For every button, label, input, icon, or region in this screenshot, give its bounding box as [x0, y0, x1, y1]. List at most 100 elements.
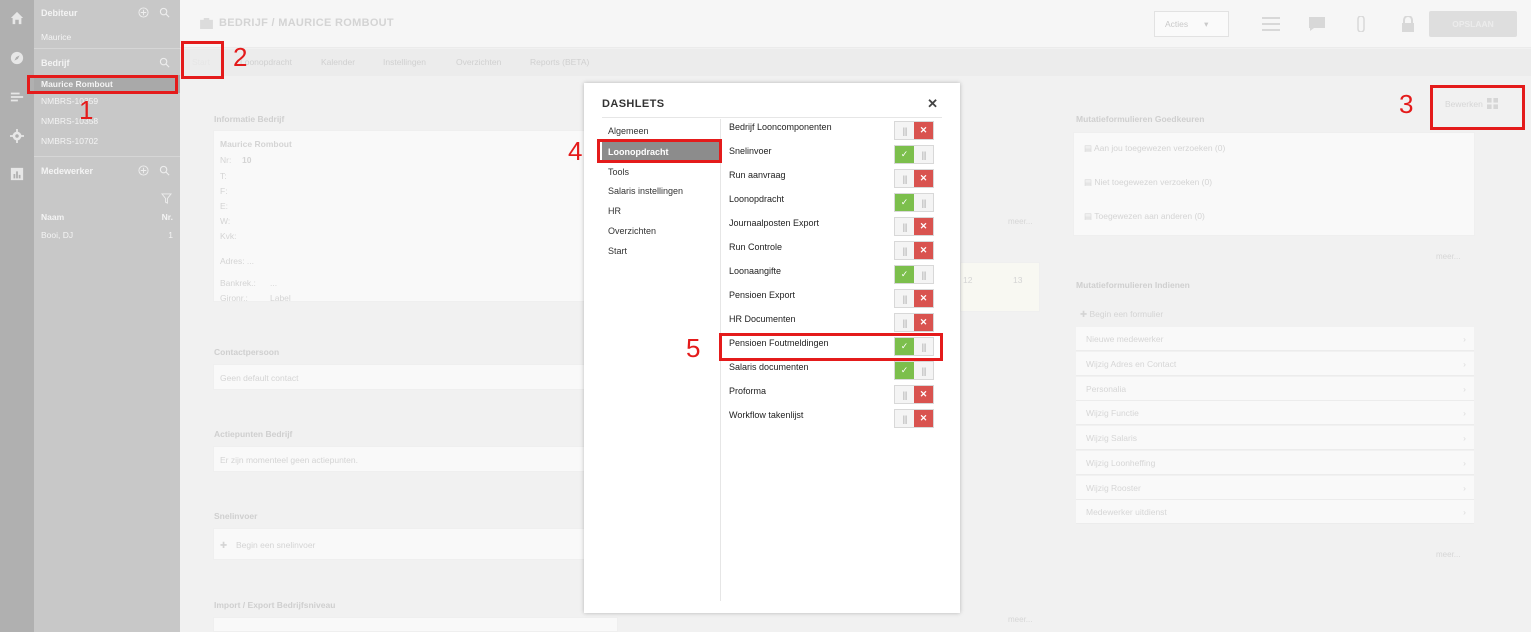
sidebar-item-company[interactable]: NMBRS-10359: [34, 92, 180, 110]
chevron-right-icon: ›: [1463, 407, 1466, 418]
list-item[interactable]: Nieuwe medewerker ›: [1076, 327, 1474, 351]
sidebar-item-company[interactable]: NMBRS-10358: [34, 112, 180, 130]
category-salaris-instellingen[interactable]: Salaris instellingen: [602, 181, 722, 201]
dashlet-toggle[interactable]: ||| ✕: [894, 409, 934, 428]
list-item[interactable]: Personalia ›: [1076, 377, 1474, 401]
category-start[interactable]: Start: [602, 241, 722, 261]
dashlet-row: Pensioen Export ||| ✕: [729, 286, 939, 310]
contact-card: Geen default contact: [213, 364, 618, 390]
dashlet-toggle[interactable]: ||| ✕: [894, 385, 934, 404]
dashlet-toggle[interactable]: ||| ✕: [894, 241, 934, 260]
save-button[interactable]: OPSLAAN: [1429, 11, 1517, 37]
list-item[interactable]: Wijzig Rooster ›: [1076, 476, 1474, 500]
lock-icon[interactable]: [1401, 15, 1415, 32]
actiepunten-card: Er zijn momenteel geen actiepunten.: [213, 446, 618, 472]
list-item[interactable]: ▤ Niet toegewezen verzoeken (0): [1084, 177, 1212, 188]
dashlet-toggle[interactable]: ||| ✕: [894, 169, 934, 188]
annotation-number: 5: [686, 333, 701, 363]
tab-kalender[interactable]: Kalender: [321, 57, 355, 67]
table-row[interactable]: Booi, DJ 1: [41, 230, 173, 240]
snelinvoer-card[interactable]: ✚ Begin een snelinvoer: [213, 528, 618, 560]
sidebar-header-medewerker: Medewerker: [34, 161, 180, 181]
grip-icon: |||: [895, 386, 914, 403]
grip-icon: |||: [914, 266, 933, 283]
sidebar-item-company[interactable]: NMBRS-10702: [34, 132, 180, 150]
close-icon[interactable]: ✕: [927, 96, 938, 112]
chart-icon[interactable]: [9, 166, 25, 182]
tab-overzichten[interactable]: Overzichten: [456, 57, 501, 67]
search-icon[interactable]: [159, 165, 170, 176]
acties-dropdown[interactable]: Acties ▾: [1154, 11, 1229, 37]
dashlet-row: Snelinvoer ✓ |||: [729, 142, 939, 166]
search-icon[interactable]: [159, 57, 170, 68]
gear-icon[interactable]: [9, 128, 25, 144]
chevron-right-icon: ›: [1463, 482, 1466, 493]
list-item[interactable]: Wijzig Adres en Contact ›: [1076, 352, 1474, 376]
annotation-box: [597, 139, 722, 163]
list-item[interactable]: Medewerker uitdienst ›: [1076, 500, 1474, 524]
tab-loonopdracht[interactable]: Loonopdracht: [240, 57, 292, 67]
close-icon: ✕: [914, 314, 933, 331]
tab-bar: Start Loonopdracht Kalender Instellingen…: [180, 49, 1531, 76]
meer-link[interactable]: meer...: [1436, 550, 1460, 559]
grip-icon: |||: [914, 362, 933, 379]
meer-link[interactable]: meer...: [1008, 615, 1032, 624]
dashlet-toggle[interactable]: ||| ✕: [894, 217, 934, 236]
info-card: Maurice Rombout Nr: 10 T: F: E: W: Kvk: …: [213, 130, 618, 303]
divider: [34, 156, 180, 157]
dashlet-toggle[interactable]: ✓ |||: [894, 193, 934, 212]
dashlet-row: Run Controle ||| ✕: [729, 238, 939, 262]
list-item[interactable]: ▤ Aan jou toegewezen verzoeken (0): [1084, 143, 1225, 154]
paperclip-icon[interactable]: [1352, 15, 1370, 33]
add-circle-icon[interactable]: [138, 7, 149, 18]
compass-icon[interactable]: [9, 50, 25, 66]
category-hr[interactable]: HR: [602, 201, 722, 221]
import-card: [213, 617, 618, 632]
list-icon[interactable]: [1262, 16, 1280, 32]
dashlet-toggle[interactable]: ✓ |||: [894, 145, 934, 164]
grip-icon: |||: [914, 146, 933, 163]
add-circle-icon[interactable]: [138, 165, 149, 176]
filter-icon[interactable]: [160, 193, 173, 206]
chevron-right-icon: ›: [1463, 358, 1466, 369]
category-tools[interactable]: Tools: [602, 162, 722, 182]
dashlet-row: Proforma ||| ✕: [729, 382, 939, 406]
check-icon: ✓: [895, 362, 914, 379]
annotation-number: 4: [568, 136, 583, 166]
list-item[interactable]: ▤ Toegewezen aan anderen (0): [1084, 211, 1205, 222]
dashlet-toggle[interactable]: ||| ✕: [894, 289, 934, 308]
check-icon: ✓: [895, 194, 914, 211]
list-item[interactable]: Wijzig Loonheffing ›: [1076, 451, 1474, 475]
dashlet-toggle[interactable]: ✓ |||: [894, 361, 934, 380]
meer-link[interactable]: meer...: [1436, 252, 1460, 261]
dashlet-toggle[interactable]: ✓ |||: [894, 265, 934, 284]
chevron-right-icon: ›: [1463, 432, 1466, 443]
chevron-right-icon: ›: [1463, 333, 1466, 344]
tab-instellingen[interactable]: Instellingen: [383, 57, 426, 67]
menu-lines-icon[interactable]: [9, 89, 25, 105]
category-overzichten[interactable]: Overzichten: [602, 221, 722, 241]
annotation-box: [719, 333, 943, 361]
comment-icon[interactable]: [1308, 16, 1326, 32]
list-item[interactable]: Wijzig Functie ›: [1076, 401, 1474, 425]
list-item[interactable]: Wijzig Salaris ›: [1076, 426, 1474, 450]
category-algemeen[interactable]: Algemeen: [602, 121, 722, 141]
meer-link[interactable]: meer...: [1008, 217, 1032, 226]
tab-reports[interactable]: Reports (BETA): [530, 57, 589, 67]
dashlet-row: HR Documenten ||| ✕: [729, 310, 939, 334]
page-title: BEDRIJF / MAURICE ROMBOUT: [200, 17, 394, 29]
close-icon: ✕: [914, 410, 933, 427]
dashlet-toggle[interactable]: ||| ✕: [894, 313, 934, 332]
search-icon[interactable]: [159, 7, 170, 18]
begin-formulier-link[interactable]: ✚ Begin een formulier: [1080, 309, 1163, 320]
dashlet-row: Loonaangifte ✓ |||: [729, 262, 939, 286]
dashlet-toggle[interactable]: ||| ✕: [894, 121, 934, 140]
sidebar-header-bedrijf: Bedrijf: [34, 53, 180, 73]
home-icon[interactable]: [9, 10, 25, 26]
sidebar-item-debiteur[interactable]: Maurice: [34, 28, 180, 46]
check-icon: ✓: [895, 266, 914, 283]
grip-icon: |||: [895, 242, 914, 259]
icon-rail: [0, 0, 34, 632]
header: BEDRIJF / MAURICE ROMBOUT Acties ▾ OPSLA…: [180, 0, 1531, 48]
divider: [34, 48, 180, 49]
